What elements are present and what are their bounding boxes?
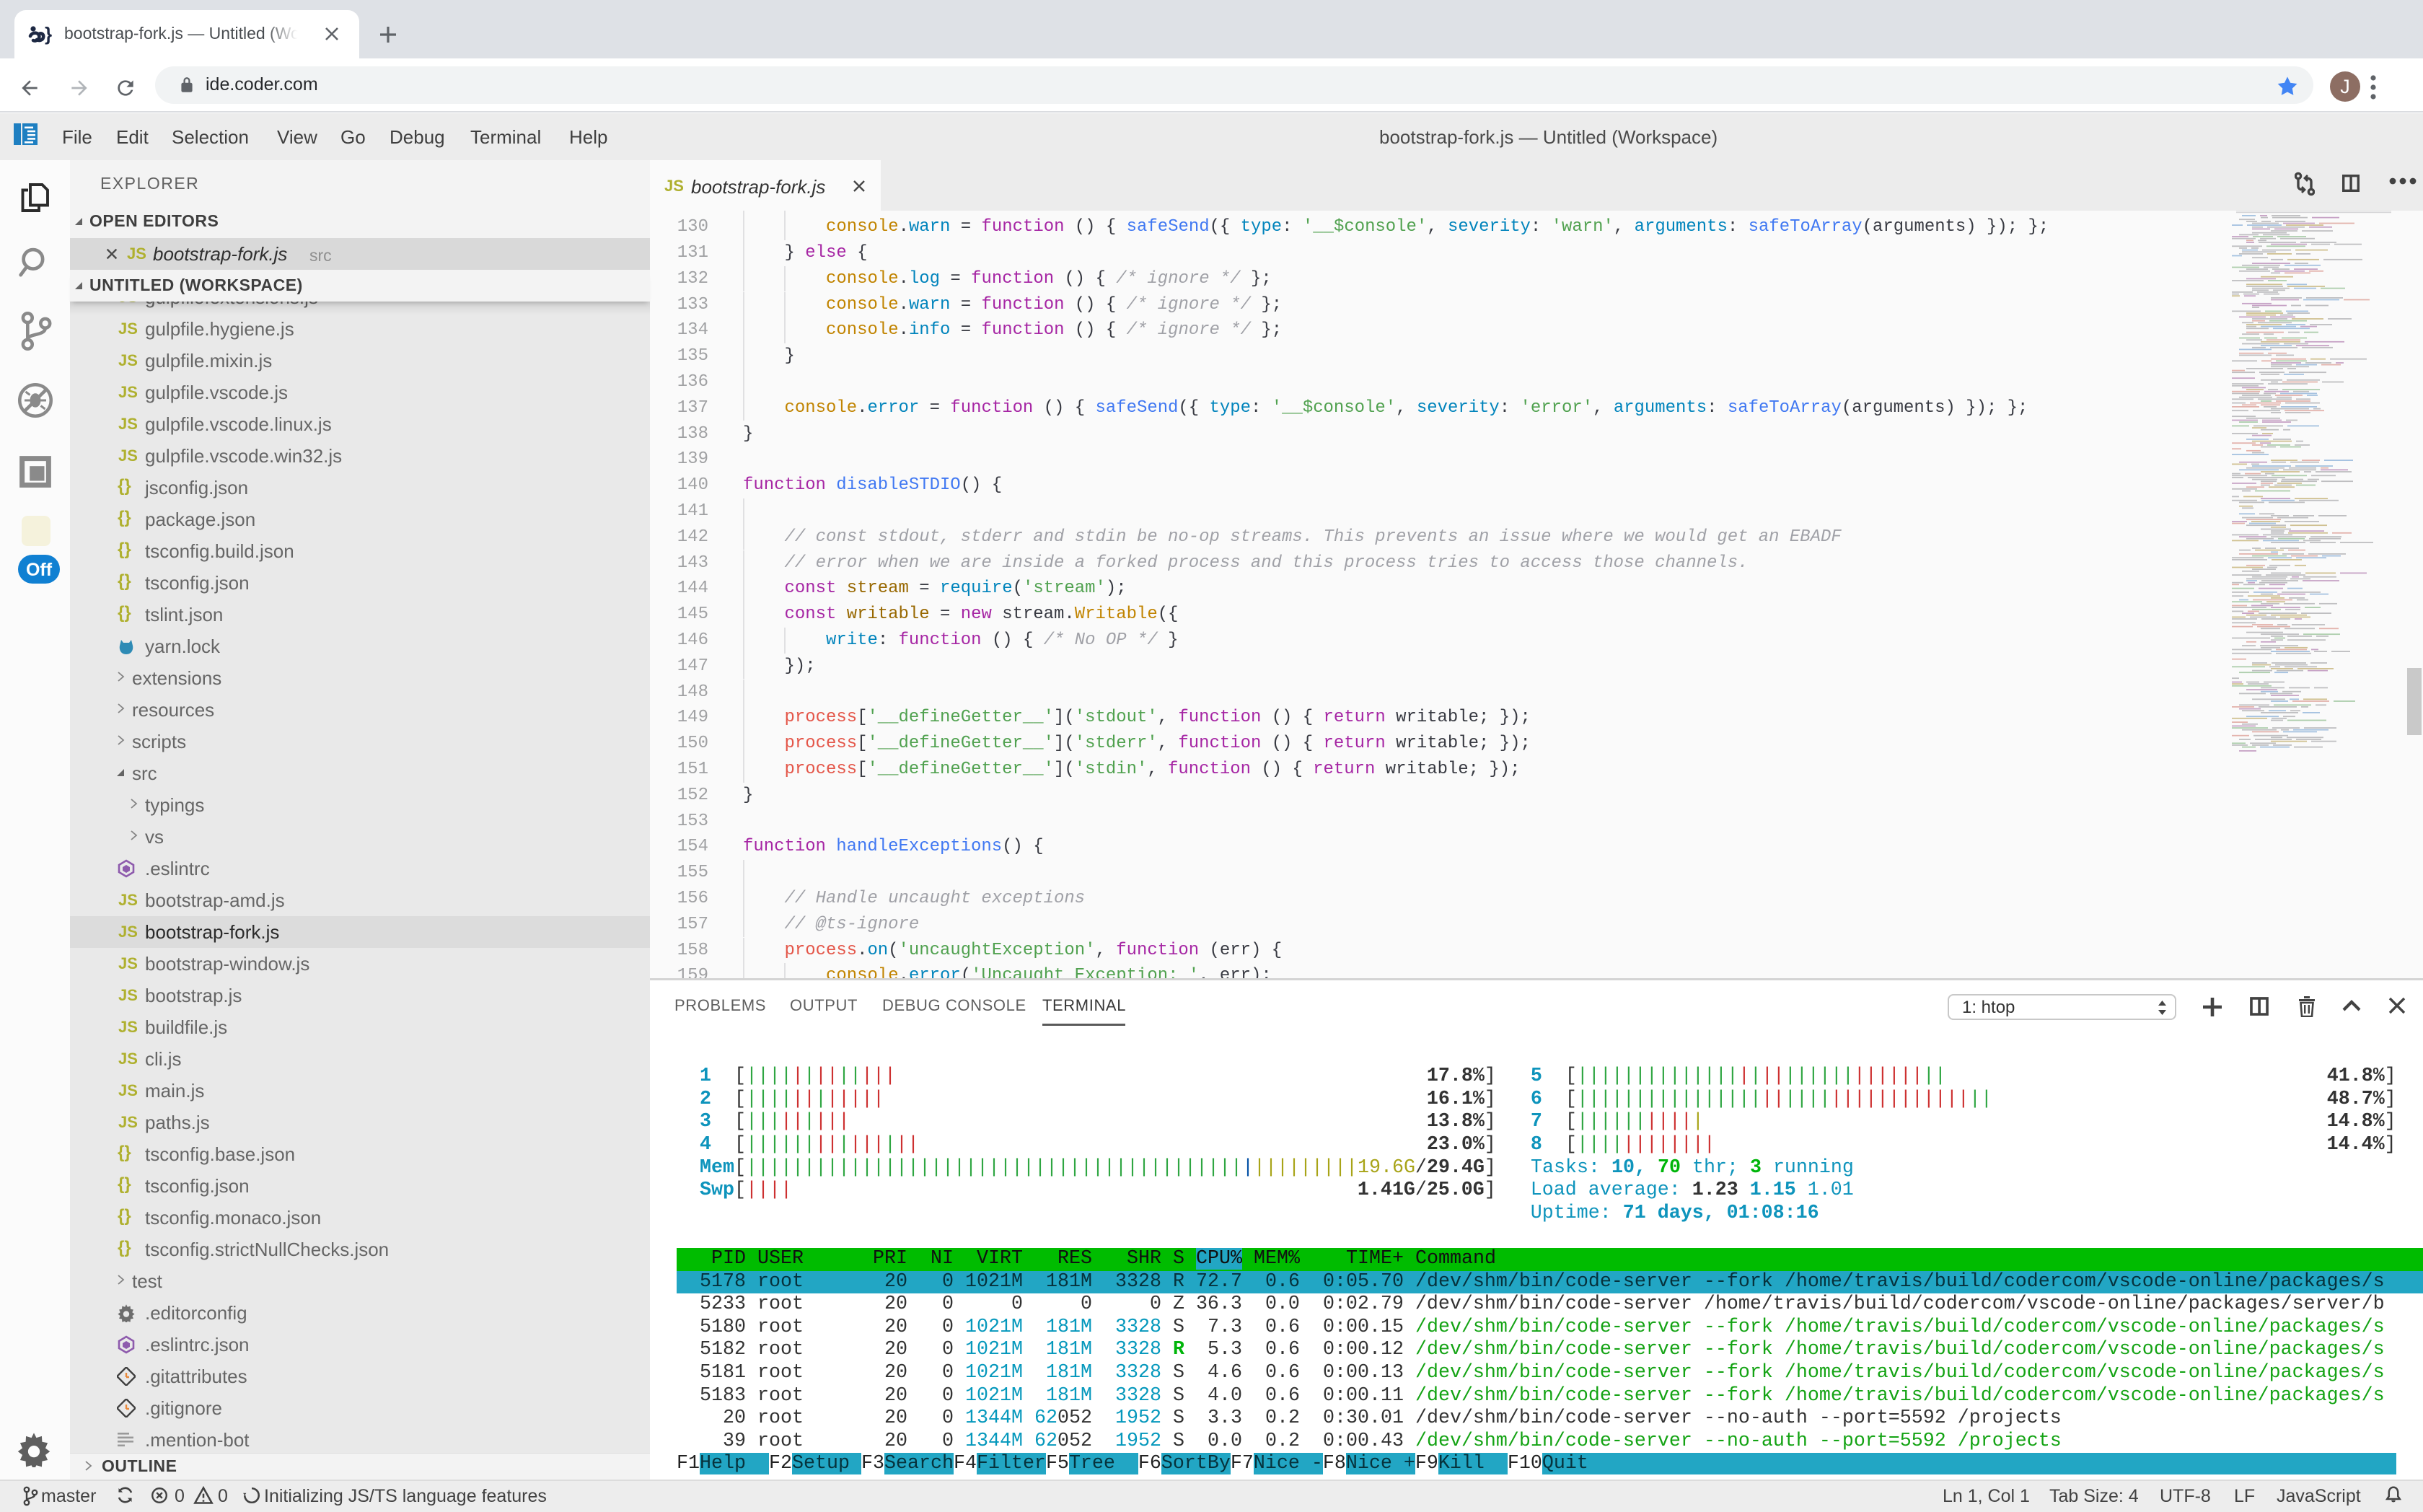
svg-text:}: } bbox=[45, 25, 52, 45]
